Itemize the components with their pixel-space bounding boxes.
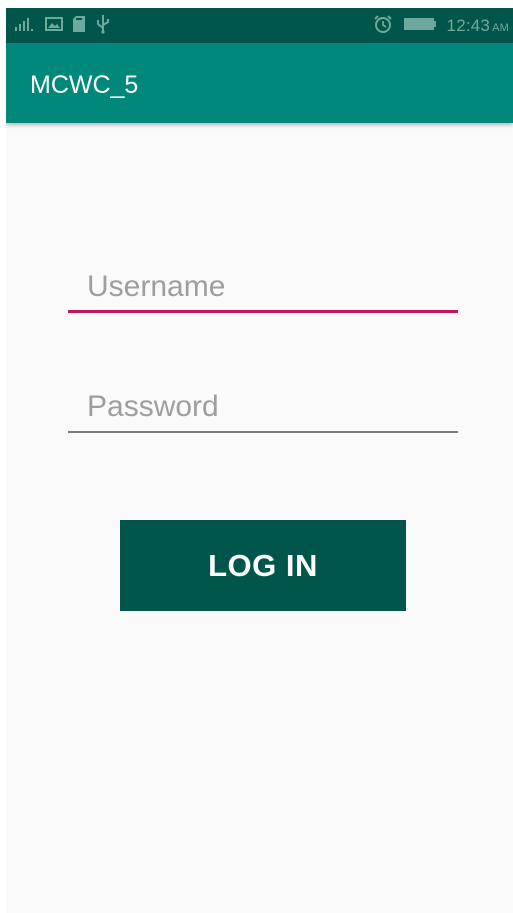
battery-icon: [403, 16, 437, 37]
password-input[interactable]: [68, 383, 458, 431]
username-underline: [68, 310, 458, 313]
password-field[interactable]: [68, 383, 458, 433]
status-right-icons: 12:43 AM: [373, 14, 509, 38]
app-title: MCWC_5: [30, 71, 139, 99]
login-button[interactable]: LOG IN: [120, 520, 406, 611]
status-clock: 12:43 AM: [447, 16, 509, 36]
app-bar: MCWC_5: [6, 43, 513, 123]
status-left-icons: [14, 14, 111, 39]
clock-time: 12:43: [446, 16, 491, 35]
sd-card-icon: [72, 15, 86, 38]
usb-icon: [95, 14, 111, 39]
image-icon: [45, 16, 63, 37]
alarm-icon: [373, 14, 393, 39]
clock-ampm: AM: [492, 22, 509, 34]
status-bar: 12:43 AM: [6, 8, 513, 43]
app-screen: 12:43AM MCWC_5 LOG IN: [6, 8, 513, 913]
username-input[interactable]: [68, 263, 458, 311]
signal-icon: [14, 16, 36, 37]
password-underline: [68, 431, 458, 433]
username-field[interactable]: [68, 263, 458, 313]
